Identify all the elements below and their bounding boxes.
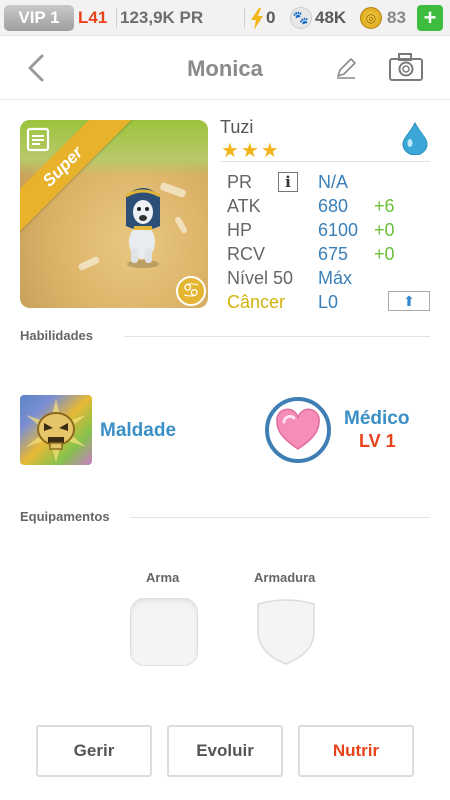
- bone-decoration: [77, 255, 101, 272]
- pet-name: Tuzi: [220, 117, 254, 137]
- energy-icon: [251, 8, 263, 30]
- paw-icon: 🐾: [290, 7, 312, 29]
- rcv-label: RCV: [227, 244, 266, 264]
- power-rating: 123,9K PR: [120, 8, 204, 27]
- atk-bonus: +6: [374, 196, 395, 216]
- manage-button[interactable]: Gerir: [36, 725, 152, 777]
- zodiac-icon: ♋: [176, 276, 206, 306]
- page-title: Monica: [187, 56, 263, 81]
- evolve-button[interactable]: Evoluir: [167, 725, 283, 777]
- vip-badge[interactable]: VIP 1: [4, 5, 74, 31]
- rcv-bonus: +0: [374, 244, 395, 264]
- rcv-value: 675: [318, 244, 349, 264]
- player-level: L41: [78, 8, 108, 27]
- equipment-section-title: Equipamentos: [20, 509, 110, 524]
- skill-icon-medico[interactable]: [265, 397, 331, 463]
- divider: [244, 8, 245, 28]
- divider: [116, 8, 117, 28]
- feed-button[interactable]: Nutrir: [298, 725, 414, 777]
- water-drop-icon: [402, 121, 428, 155]
- heart-icon: [276, 408, 320, 450]
- camera-icon[interactable]: [388, 52, 424, 82]
- skill-name-medico[interactable]: Médico: [344, 408, 409, 430]
- zodiac-sign-label: Câncer: [227, 292, 286, 312]
- pr-label: PR: [227, 172, 253, 192]
- level-value: Máx: [318, 268, 353, 288]
- energy-count: 0: [266, 8, 276, 27]
- hp-bonus: +0: [374, 220, 395, 240]
- zodiac-level-value: L0: [318, 292, 339, 312]
- skill-level: LV 1: [359, 431, 396, 451]
- pet-sprite: [125, 188, 161, 268]
- armor-slot-label: Armadura: [254, 570, 316, 585]
- divider: [220, 161, 430, 162]
- coin-icon: ◎: [360, 7, 382, 29]
- skull-icon: [26, 399, 86, 463]
- skill-name-maldade[interactable]: Maldade: [100, 420, 176, 442]
- divider: [130, 517, 430, 518]
- divider: [124, 336, 430, 337]
- weapon-slot-label: Arma: [146, 570, 180, 585]
- coin-count: 83: [387, 8, 406, 27]
- paw-count: 48K: [315, 8, 347, 27]
- skills-section-title: Habilidades: [20, 328, 93, 343]
- hp-label: HP: [227, 220, 253, 240]
- status-bar: VIP 1 L41 123,9K PR 0 🐾 48K ◎ 83 +: [0, 0, 450, 36]
- add-coins-button[interactable]: +: [417, 5, 443, 31]
- edit-icon[interactable]: [334, 56, 358, 80]
- pet-portrait[interactable]: Super ♋: [20, 120, 208, 308]
- atk-value: 680: [318, 196, 349, 216]
- bone-decoration: [173, 215, 189, 235]
- upgrade-arrow-icon[interactable]: ⬆: [388, 291, 430, 311]
- header: Monica: [0, 37, 450, 100]
- pr-value: N/A: [318, 172, 349, 192]
- armor-slot[interactable]: [254, 598, 318, 666]
- hp-value: 6100: [318, 220, 359, 240]
- info-icon[interactable]: i: [278, 172, 298, 192]
- skill-icon-maldade[interactable]: [20, 395, 92, 465]
- level-label: Nível 50: [227, 268, 294, 288]
- weapon-slot[interactable]: [130, 598, 198, 666]
- star-rating: ★★★: [221, 140, 281, 162]
- atk-label: ATK: [227, 196, 261, 216]
- notes-icon[interactable]: [26, 126, 50, 152]
